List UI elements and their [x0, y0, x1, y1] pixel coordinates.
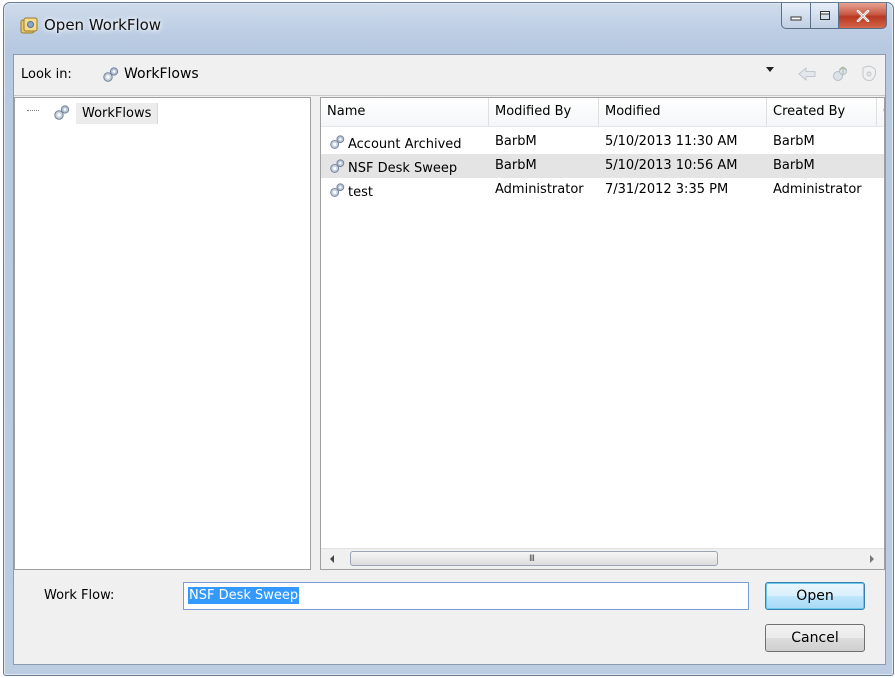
column-header-name[interactable]: Name — [321, 98, 489, 126]
new-folder-icon — [862, 65, 877, 81]
list-item-created-by: BarbM — [773, 158, 815, 173]
work-flow-input-value: NSF Desk Sweep — [188, 587, 300, 604]
tree-item-workflows[interactable]: WorkFlows — [53, 101, 239, 125]
cancel-button[interactable]: Cancel — [765, 624, 865, 652]
folder-tree[interactable]: WorkFlows — [14, 97, 311, 570]
dialog-client-area: Look in: WorkFlows WorkFlows Name Modifi… — [13, 54, 886, 665]
window-title: Open WorkFlow — [44, 16, 162, 34]
scroll-right-icon[interactable] — [870, 555, 874, 563]
maximize-icon — [819, 11, 830, 20]
column-header-created-by[interactable]: Created By — [767, 98, 877, 126]
tree-item-label: WorkFlows — [76, 102, 159, 124]
list-item[interactable]: test Administrator 7/31/2012 3:35 PM Adm… — [321, 178, 884, 202]
list-item-name: test — [329, 182, 489, 200]
workflow-app-icon — [20, 17, 38, 34]
work-flow-input[interactable]: NSF Desk Sweep — [183, 582, 749, 610]
up-folder-button[interactable] — [829, 63, 851, 85]
list-item-created-by: BarbM — [773, 134, 815, 149]
back-button[interactable] — [796, 63, 818, 85]
list-item-modified-by: BarbM — [495, 158, 537, 173]
list-item-modified-by: Administrator — [495, 182, 584, 197]
title-bar[interactable]: Open WorkFlow — [4, 3, 893, 45]
look-in-value: WorkFlows — [124, 66, 199, 82]
caption-buttons — [781, 3, 887, 29]
list-item-modified: 7/31/2012 3:35 PM — [605, 182, 729, 197]
minimize-icon — [790, 16, 802, 20]
workflow-folder-icon — [54, 105, 70, 120]
maximize-button[interactable] — [811, 3, 839, 29]
workflow-icon — [330, 183, 345, 197]
work-flow-label: Work Flow: — [44, 588, 115, 603]
list-item-modified-by: BarbM — [495, 134, 537, 149]
scrollbar-thumb[interactable]: III — [350, 551, 718, 566]
back-arrow-icon — [798, 67, 816, 81]
scroll-left-icon[interactable] — [330, 555, 334, 563]
minimize-button[interactable] — [781, 3, 811, 29]
open-workflow-dialog: Open WorkFlow Look in: WorkFlows WorkFlo… — [3, 2, 894, 676]
column-header-modified-by[interactable]: Modified By — [489, 98, 599, 126]
list-header: Name Modified By Modified Created By C — [321, 98, 884, 127]
horizontal-scrollbar[interactable]: III — [321, 548, 884, 569]
workflow-list[interactable]: Name Modified By Modified Created By C A… — [320, 97, 885, 570]
list-item[interactable]: Account Archived BarbM 5/10/2013 11:30 A… — [321, 130, 884, 154]
close-button[interactable] — [839, 3, 887, 29]
list-item-extra: 7 — [883, 182, 884, 197]
workflow-icon — [330, 135, 345, 149]
tree-connector — [27, 110, 39, 111]
workflow-folder-icon — [103, 67, 119, 82]
scrollbar-grip: III — [529, 554, 535, 564]
name-text: NSF Desk Sweep — [348, 161, 458, 176]
look-in-dropdown[interactable]: WorkFlows — [94, 61, 774, 89]
look-in-label: Look in: — [21, 67, 72, 82]
column-header-modified[interactable]: Modified — [599, 98, 767, 126]
list-item-name: Account Archived — [329, 134, 489, 152]
column-header-created[interactable]: C — [877, 98, 884, 126]
workflow-icon — [330, 159, 345, 173]
open-button[interactable]: Open — [765, 582, 865, 610]
list-item-extra: 5 — [883, 134, 884, 149]
close-icon — [856, 9, 869, 22]
list-item-modified: 5/10/2013 10:56 AM — [605, 158, 738, 173]
new-folder-button[interactable] — [858, 63, 880, 85]
list-item-created-by: Administrator — [773, 182, 862, 197]
name-text: test — [348, 185, 373, 200]
chevron-down-icon[interactable] — [766, 67, 774, 72]
name-text: Account Archived — [348, 137, 462, 152]
list-item-modified: 5/10/2013 11:30 AM — [605, 134, 738, 149]
list-item-name: NSF Desk Sweep — [329, 158, 489, 176]
list-item-extra: 5 — [883, 158, 884, 173]
look-in-bar: Look in: WorkFlows — [14, 55, 885, 96]
up-folder-icon — [833, 66, 848, 81]
list-item-selected[interactable]: NSF Desk Sweep BarbM 5/10/2013 10:56 AM … — [321, 154, 884, 178]
